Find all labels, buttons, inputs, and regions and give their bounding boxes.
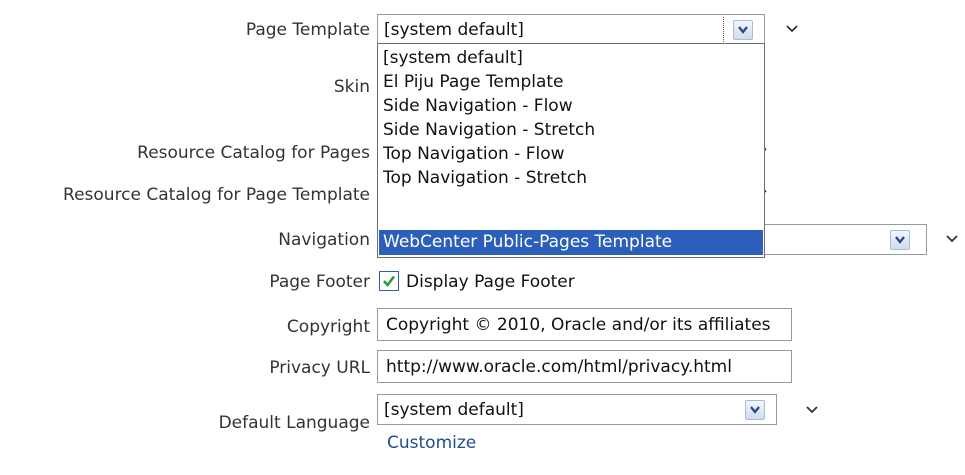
resource-catalog-pages-label: Resource Catalog for Pages <box>137 143 370 163</box>
resource-catalog-page-template-label: Resource Catalog for Page Template <box>63 185 370 205</box>
page-template-options-list[interactable]: [system default] El Piju Page Template S… <box>377 43 765 258</box>
page-template-dropdown-button[interactable] <box>733 20 753 40</box>
chevron-down-icon <box>750 406 760 414</box>
customize-link[interactable]: Customize <box>387 433 476 453</box>
focus-divider <box>723 17 725 42</box>
page-template-value: [system default] <box>384 20 524 40</box>
navigation-select[interactable] <box>764 224 927 255</box>
chevron-down-icon[interactable] <box>946 235 958 243</box>
default-language-select[interactable]: [system default] <box>377 394 777 425</box>
checkmark-icon <box>383 275 396 288</box>
option-system-default[interactable]: [system default] <box>379 46 763 70</box>
privacy-url-value: http://www.oracle.com/html/privacy.html <box>386 357 732 377</box>
option-el-piju-page-template[interactable]: El Piju Page Template <box>379 70 763 94</box>
skin-label: Skin <box>333 77 370 97</box>
copyright-input[interactable]: Copyright © 2010, Oracle and/or its affi… <box>377 308 792 341</box>
navigation-dropdown-button[interactable] <box>890 230 910 250</box>
default-language-label: Default Language <box>218 413 370 433</box>
page-template-select[interactable]: [system default] <box>377 14 765 45</box>
default-language-dropdown-button[interactable] <box>745 400 765 420</box>
option-webcenter-public-pages-template[interactable]: WebCenter Public-Pages Template <box>379 230 763 255</box>
copyright-label: Copyright <box>286 317 370 337</box>
option-side-navigation-flow[interactable]: Side Navigation - Flow <box>379 94 763 118</box>
copyright-value: Copyright © 2010, Oracle and/or its affi… <box>386 315 771 335</box>
chevron-down-icon[interactable] <box>786 25 798 33</box>
chevron-down-icon <box>895 236 905 244</box>
option-side-navigation-stretch[interactable]: Side Navigation - Stretch <box>379 118 763 142</box>
page-footer-label: Page Footer <box>269 272 370 292</box>
option-top-navigation-stretch[interactable]: Top Navigation - Stretch <box>379 166 763 190</box>
display-page-footer-checkbox[interactable] <box>379 271 399 291</box>
chevron-down-icon <box>738 26 748 34</box>
chevron-down-icon[interactable] <box>806 406 818 414</box>
display-page-footer-label[interactable]: Display Page Footer <box>406 272 575 292</box>
privacy-url-label: Privacy URL <box>269 358 370 378</box>
privacy-url-input[interactable]: http://www.oracle.com/html/privacy.html <box>377 350 792 383</box>
default-language-value: [system default] <box>384 400 524 420</box>
option-top-navigation-flow[interactable]: Top Navigation - Flow <box>379 142 763 166</box>
navigation-label: Navigation <box>278 230 370 250</box>
page-template-label: Page Template <box>245 20 370 40</box>
